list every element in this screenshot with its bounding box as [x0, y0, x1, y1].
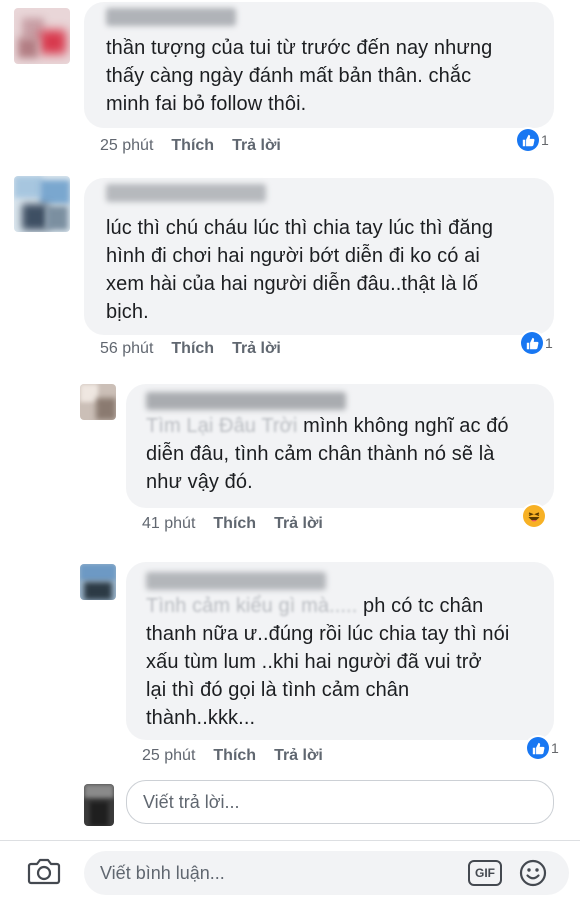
- like-link[interactable]: Thích: [213, 747, 256, 765]
- commenter-name[interactable]: [146, 392, 346, 410]
- comment-input[interactable]: [84, 851, 454, 895]
- like-reaction-icon: [517, 129, 539, 151]
- reply-bubble: Tình cảm kiểu gì mà..... ph có tc chân t…: [126, 562, 554, 740]
- comment-time[interactable]: 25 phút: [100, 137, 153, 155]
- gif-label: GIF: [475, 866, 495, 880]
- reaction-summary[interactable]: 1: [527, 737, 559, 759]
- camera-icon[interactable]: [26, 855, 62, 887]
- comment-meta: 25 phút Thích Trả lời: [100, 137, 281, 155]
- comment-text: lúc thì chú cháu lúc thì chia tay lúc th…: [106, 217, 494, 323]
- avatar[interactable]: [14, 8, 70, 64]
- comment-time[interactable]: 41 phút: [142, 515, 195, 533]
- comment-meta: 41 phút Thích Trả lời: [142, 515, 323, 533]
- reaction-summary[interactable]: [523, 505, 545, 527]
- reaction-summary[interactable]: 1: [521, 332, 553, 354]
- my-avatar: [84, 784, 114, 826]
- reply-link[interactable]: Trả lời: [274, 515, 323, 533]
- avatar[interactable]: [80, 384, 116, 420]
- reply-link[interactable]: Trả lời: [232, 340, 281, 358]
- comment-meta: 56 phút Thích Trả lời: [100, 340, 281, 358]
- comment-meta: 25 phút Thích Trả lời: [142, 747, 323, 765]
- reply-input-box[interactable]: [126, 780, 554, 824]
- like-link[interactable]: Thích: [171, 137, 214, 155]
- like-link[interactable]: Thích: [171, 340, 214, 358]
- reaction-count: 1: [541, 132, 549, 148]
- reply-link[interactable]: Trả lời: [274, 747, 323, 765]
- avatar[interactable]: [80, 564, 116, 600]
- reaction-summary[interactable]: 1: [517, 129, 549, 151]
- like-reaction-icon: [521, 332, 543, 354]
- like-link[interactable]: Thích: [213, 515, 256, 533]
- commenter-name[interactable]: [106, 8, 236, 26]
- mention-blurred[interactable]: Tình cảm kiểu gì mà.....: [146, 595, 363, 617]
- reaction-count: 1: [551, 740, 559, 756]
- reply-bubble: Tìm Lại Đâu Trời mình không nghĩ ac đó d…: [126, 384, 554, 508]
- comment-composer-bar: GIF: [0, 840, 580, 900]
- comment-text: Tình cảm kiểu gì mà..... ph có tc chân t…: [146, 595, 510, 729]
- emoji-icon[interactable]: [518, 858, 548, 888]
- haha-reaction-icon: [523, 505, 545, 527]
- commenter-name[interactable]: [106, 184, 266, 202]
- comment-text: thần tượng của tui từ trước đến nay nhưn…: [106, 37, 493, 115]
- gif-icon[interactable]: GIF: [468, 860, 502, 886]
- reaction-count: 1: [545, 335, 553, 351]
- reply-input[interactable]: [127, 781, 553, 823]
- comment-bubble: lúc thì chú cháu lúc thì chia tay lúc th…: [84, 178, 554, 335]
- comment-text: Tìm Lại Đâu Trời mình không nghĩ ac đó d…: [146, 415, 509, 493]
- comment-time[interactable]: 25 phút: [142, 747, 195, 765]
- reply-link[interactable]: Trả lời: [232, 137, 281, 155]
- avatar[interactable]: [14, 176, 70, 232]
- commenter-name[interactable]: [146, 572, 326, 590]
- comment-input-box[interactable]: GIF: [84, 851, 569, 895]
- like-reaction-icon: [527, 737, 549, 759]
- comment-bubble: thần tượng của tui từ trước đến nay nhưn…: [84, 2, 554, 128]
- comment-time[interactable]: 56 phút: [100, 340, 153, 358]
- mention-blurred[interactable]: Tìm Lại Đâu Trời: [146, 415, 303, 437]
